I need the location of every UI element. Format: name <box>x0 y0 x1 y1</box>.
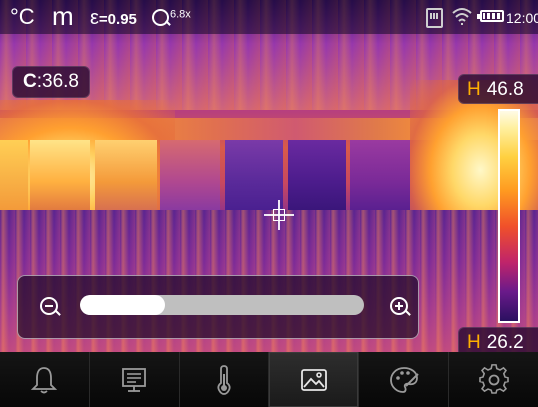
bell-icon <box>31 366 58 393</box>
thermal-camera-screen: °C m ε=0.95 6.8x 12:00 AM C:36.8 H46.8 H… <box>0 0 538 407</box>
scale-low-value: 26.2 <box>486 332 524 353</box>
emissivity-readout[interactable]: ε=0.95 <box>90 7 137 30</box>
nav-display[interactable] <box>90 352 180 407</box>
clock: 12:00 AM <box>506 10 538 26</box>
zoom-out-icon[interactable] <box>40 297 58 315</box>
nav-measure[interactable] <box>180 352 270 407</box>
nav-image[interactable] <box>269 352 360 407</box>
wifi-icon <box>452 8 472 25</box>
nav-settings[interactable] <box>449 352 538 407</box>
nav-alarm[interactable] <box>0 352 90 407</box>
scale-low-label: H <box>467 332 481 353</box>
status-bar: °C m ε=0.95 6.8x 12:00 AM <box>0 0 538 34</box>
thermometer-icon <box>217 364 231 395</box>
measure-mode[interactable]: m <box>52 1 74 32</box>
gear-icon <box>478 363 509 394</box>
monitor-icon <box>122 367 147 392</box>
center-spot-value: :36.8 <box>36 71 79 92</box>
zoom-slider-fill <box>80 295 166 315</box>
battery-icon <box>477 10 504 22</box>
zoom-slider[interactable] <box>80 295 364 315</box>
center-spot-reading: C:36.8 <box>12 66 90 98</box>
scale-high-label: H <box>467 79 481 100</box>
emissivity-value: =0.95 <box>98 11 137 28</box>
magnifier-icon <box>152 9 169 26</box>
emissivity-symbol: ε <box>90 7 99 29</box>
crosshair-icon <box>264 200 294 230</box>
center-spot-label: C <box>23 71 37 92</box>
scale-high-value: 46.8 <box>486 79 524 100</box>
sd-card-icon <box>426 8 443 28</box>
palette-icon <box>389 366 419 393</box>
color-scale-bar <box>498 109 520 323</box>
zoom-value: 6.8x <box>170 8 191 21</box>
bottom-nav <box>0 352 538 407</box>
nav-palette[interactable] <box>359 352 450 407</box>
zoom-readout: 6.8x <box>152 6 191 26</box>
zoom-slider-panel <box>17 275 419 339</box>
temperature-unit[interactable]: °C <box>10 4 35 30</box>
zoom-in-icon[interactable] <box>390 297 408 315</box>
scale-high-reading[interactable]: H 46.8 <box>458 74 538 104</box>
image-icon <box>300 368 327 391</box>
